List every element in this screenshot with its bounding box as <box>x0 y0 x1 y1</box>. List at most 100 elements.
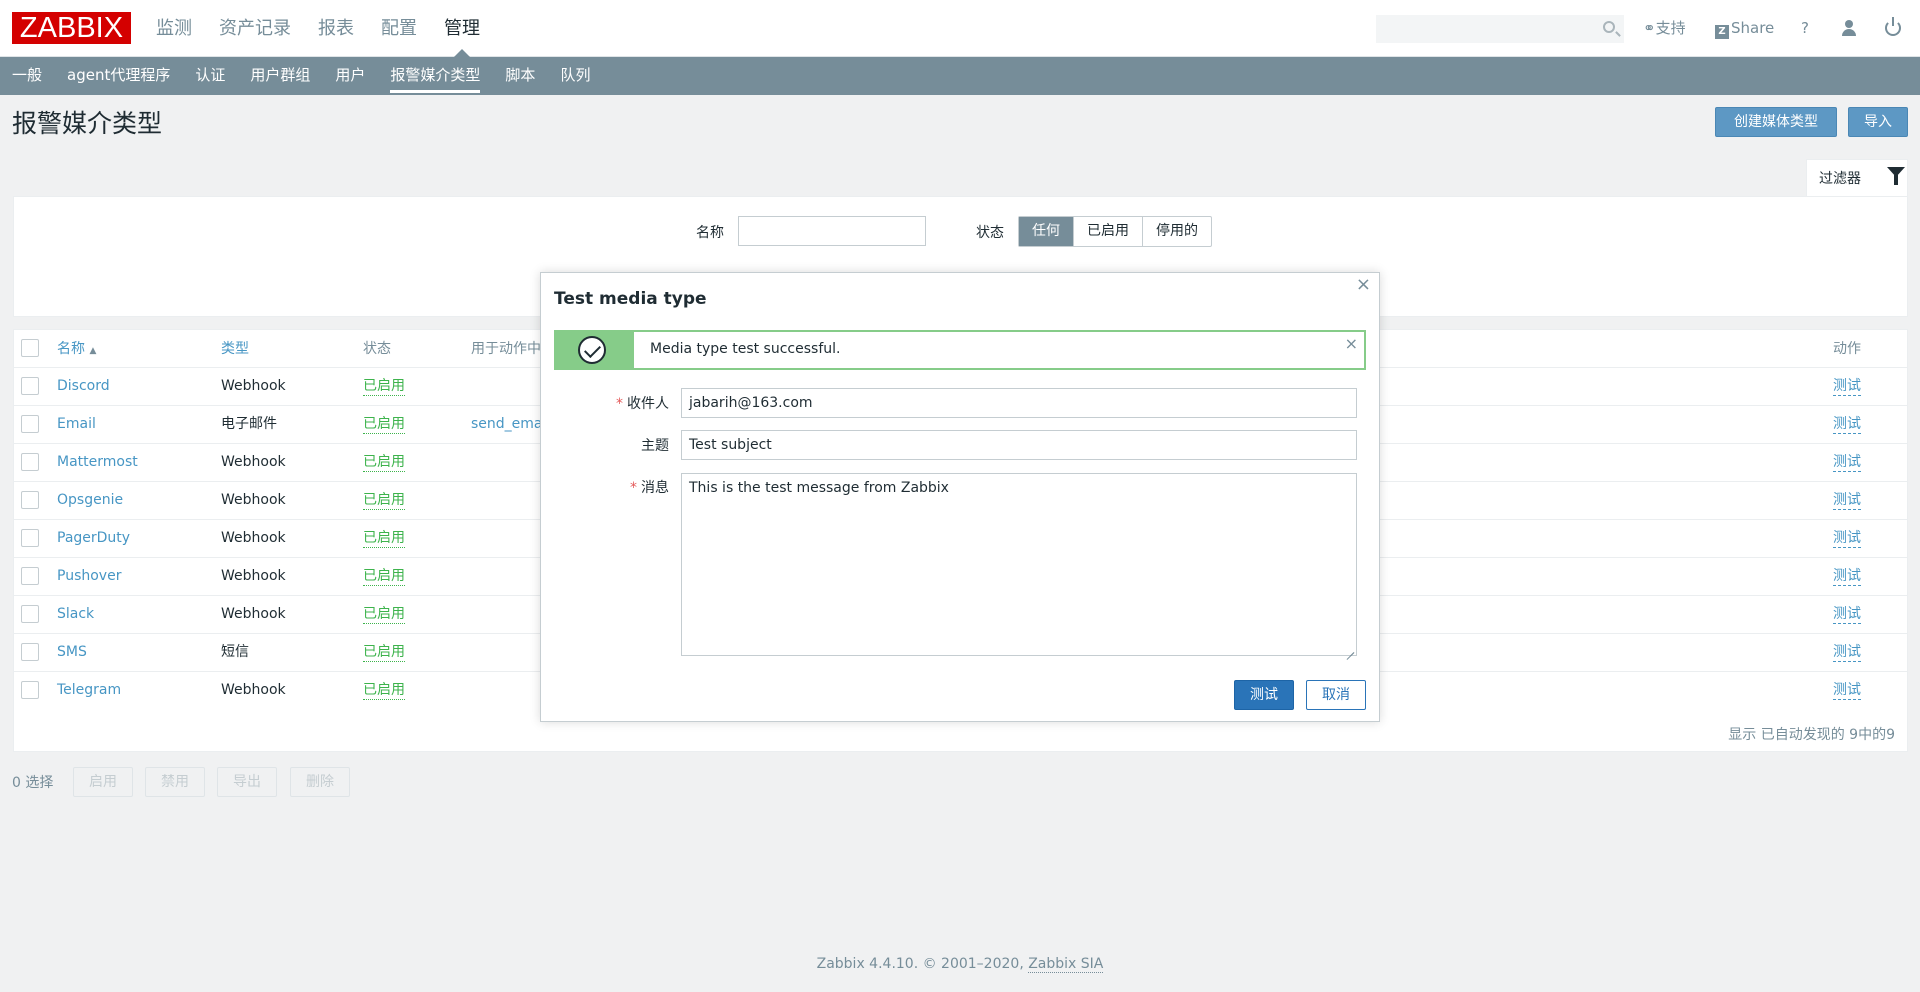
success-icon-box <box>556 332 634 368</box>
sub-nav: 一般 agent代理程序 认证 用户群组 用户 报警媒介类型 脚本 队列 <box>0 57 1920 95</box>
delete-button[interactable]: 删除 <box>290 767 350 797</box>
test-link[interactable]: 测试 <box>1833 681 1861 700</box>
media-type-name-link[interactable]: SMS <box>57 642 87 662</box>
test-link[interactable]: 测试 <box>1833 643 1861 662</box>
status-any-option[interactable]: 任何 <box>1019 217 1073 246</box>
create-media-type-button[interactable]: 创建媒体类型 <box>1715 107 1837 137</box>
zabbix-logo[interactable]: ZABBIX <box>12 12 131 44</box>
message-close-icon[interactable]: × <box>1345 334 1358 353</box>
filter-tab-label: 过滤器 <box>1819 171 1861 187</box>
page-footer: Zabbix 4.4.10. © 2001–2020, Zabbix SIA <box>816 956 1104 973</box>
media-type-status[interactable]: 已启用 <box>363 415 405 434</box>
column-header-status: 状态 <box>363 341 391 357</box>
resize-grip-icon[interactable] <box>1345 644 1355 654</box>
media-type-status[interactable]: 已启用 <box>363 681 405 700</box>
test-link[interactable]: 测试 <box>1833 605 1861 624</box>
row-checkbox[interactable] <box>21 529 39 547</box>
media-type-name-link[interactable]: Pushover <box>57 566 121 586</box>
filter-status-radio: 任何 已启用 停用的 <box>1018 216 1212 247</box>
media-type-type: Webhook <box>221 682 286 698</box>
subnav-queue[interactable]: 队列 <box>560 57 590 95</box>
row-checkbox[interactable] <box>21 567 39 585</box>
test-link[interactable]: 测试 <box>1833 377 1861 396</box>
nav-reports[interactable]: 报表 <box>318 0 354 57</box>
column-header-used-in-actions: 用于动作中 <box>471 341 541 357</box>
media-type-status[interactable]: 已启用 <box>363 567 405 586</box>
subnav-scripts[interactable]: 脚本 <box>505 57 535 95</box>
media-type-status[interactable]: 已启用 <box>363 491 405 510</box>
test-link[interactable]: 测试 <box>1833 491 1861 510</box>
nav-configuration[interactable]: 配置 <box>381 0 417 57</box>
status-disabled-option[interactable]: 停用的 <box>1142 217 1211 246</box>
media-type-status[interactable]: 已启用 <box>363 453 405 472</box>
user-profile-icon[interactable] <box>1842 20 1856 36</box>
subnav-proxies[interactable]: agent代理程序 <box>67 57 170 95</box>
subject-input[interactable]: Test subject <box>681 430 1357 460</box>
media-type-name-link[interactable]: Slack <box>57 604 94 624</box>
subnav-media-types[interactable]: 报警媒介类型 <box>390 57 481 95</box>
share-link[interactable]: Z Share <box>1715 18 1774 39</box>
global-search-input[interactable] <box>1376 15 1624 43</box>
media-type-type: 短信 <box>221 644 249 660</box>
used-in-action-link[interactable]: send_ema <box>471 414 543 434</box>
message-textarea[interactable]: This is the test message from Zabbix <box>681 473 1357 656</box>
media-type-status[interactable]: 已启用 <box>363 605 405 624</box>
test-link[interactable]: 测试 <box>1833 453 1861 472</box>
row-checkbox[interactable] <box>21 415 39 433</box>
media-type-name-link[interactable]: Telegram <box>57 680 121 700</box>
column-header-type[interactable]: 类型 <box>221 338 249 358</box>
row-checkbox[interactable] <box>21 681 39 699</box>
media-type-type: Webhook <box>221 606 286 622</box>
media-type-status[interactable]: 已启用 <box>363 643 405 662</box>
subnav-general[interactable]: 一般 <box>12 57 42 95</box>
row-checkbox[interactable] <box>21 643 39 661</box>
test-link[interactable]: 测试 <box>1833 529 1861 548</box>
row-checkbox[interactable] <box>21 377 39 395</box>
test-button[interactable]: 测试 <box>1234 680 1294 710</box>
filter-name-input[interactable] <box>738 216 926 246</box>
cancel-button[interactable]: 取消 <box>1306 680 1366 710</box>
import-button[interactable]: 导入 <box>1848 107 1908 137</box>
share-z-icon: Z <box>1715 25 1729 39</box>
dialog-close-icon[interactable]: × <box>1356 275 1371 295</box>
test-link[interactable]: 测试 <box>1833 567 1861 586</box>
media-type-status[interactable]: 已启用 <box>363 529 405 548</box>
test-link[interactable]: 测试 <box>1833 415 1861 434</box>
column-header-name[interactable]: 名称 ▲ <box>57 338 96 358</box>
media-type-name-link[interactable]: PagerDuty <box>57 528 130 548</box>
select-all-checkbox[interactable] <box>21 339 39 357</box>
enable-button[interactable]: 启用 <box>73 767 133 797</box>
filter-icon <box>1887 167 1905 187</box>
subnav-users[interactable]: 用户 <box>335 57 365 95</box>
sign-out-icon[interactable] <box>1885 17 1901 36</box>
test-media-type-dialog: Test media type × Media type test succes… <box>540 272 1380 722</box>
subject-label: 主题 <box>641 438 669 454</box>
row-checkbox[interactable] <box>21 491 39 509</box>
dialog-title: Test media type <box>554 289 707 309</box>
nav-administration[interactable]: 管理 <box>444 0 480 57</box>
sort-asc-icon: ▲ <box>89 346 97 356</box>
support-link[interactable]: ⚭支持 <box>1643 18 1686 38</box>
disable-button[interactable]: 禁用 <box>145 767 205 797</box>
export-button[interactable]: 导出 <box>217 767 277 797</box>
media-type-status[interactable]: 已启用 <box>363 377 405 396</box>
zabbix-sia-link[interactable]: Zabbix SIA <box>1028 956 1104 973</box>
subnav-authentication[interactable]: 认证 <box>195 57 225 95</box>
nav-inventory[interactable]: 资产记录 <box>219 0 291 57</box>
page-title: 报警媒介类型 <box>12 109 163 138</box>
status-enabled-option[interactable]: 已启用 <box>1073 217 1142 246</box>
help-icon[interactable]: ? <box>1801 18 1809 38</box>
row-checkbox[interactable] <box>21 605 39 623</box>
search-icon[interactable] <box>1603 21 1615 33</box>
media-type-type: Webhook <box>221 492 286 508</box>
media-type-name-link[interactable]: Opsgenie <box>57 490 123 510</box>
subnav-user-groups[interactable]: 用户群组 <box>250 57 310 95</box>
media-type-name-link[interactable]: Discord <box>57 376 110 396</box>
media-type-name-link[interactable]: Mattermost <box>57 452 138 472</box>
filter-tab[interactable]: 过滤器 <box>1806 159 1908 196</box>
table-stats: 显示 已自动发现的 9中的9 <box>1728 727 1895 743</box>
row-checkbox[interactable] <box>21 453 39 471</box>
media-type-name-link[interactable]: Email <box>57 414 96 434</box>
nav-monitoring[interactable]: 监测 <box>156 0 192 57</box>
sendto-input[interactable]: jabarih@163.com <box>681 388 1357 418</box>
